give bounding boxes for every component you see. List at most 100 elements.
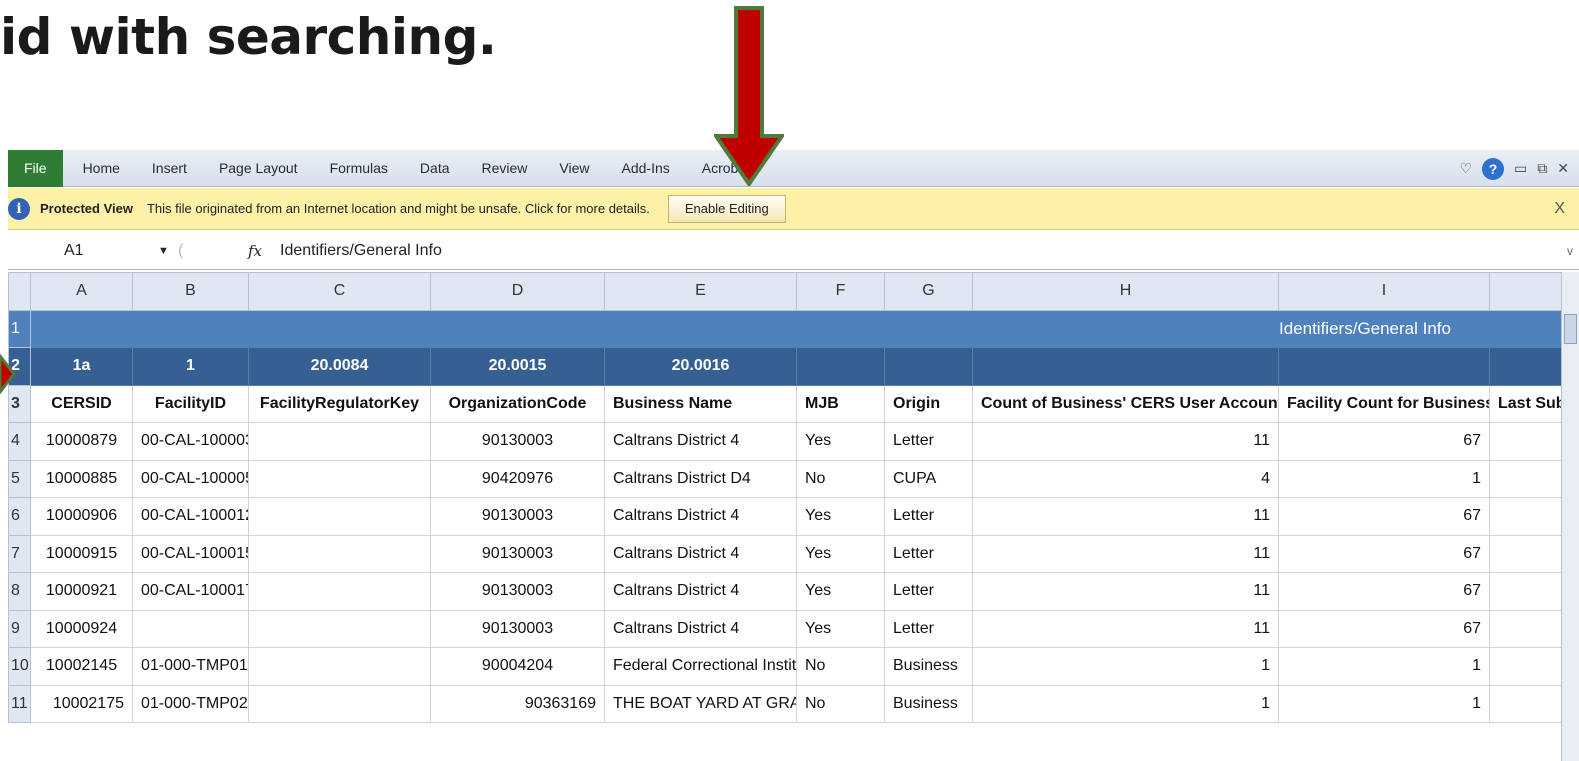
row-header[interactable]: 10 [8, 647, 31, 686]
tab-home[interactable]: Home [67, 150, 136, 187]
row-header[interactable]: 11 [8, 684, 31, 723]
cell[interactable]: Letter [884, 609, 973, 648]
cell[interactable]: 10002145 [30, 647, 133, 686]
cell[interactable]: 90130003 [430, 572, 605, 611]
cell[interactable]: 10000921 [30, 572, 133, 611]
formula-content[interactable]: Identifiers/General Info [280, 242, 442, 260]
cell[interactable]: Caltrans District D4 [604, 459, 797, 498]
cell[interactable]: CUPA [884, 459, 973, 498]
cell[interactable]: Yes [796, 422, 885, 461]
column-header-i[interactable]: I [1278, 272, 1490, 311]
cell[interactable]: Business Name [604, 384, 797, 423]
cell[interactable]: 11 [972, 609, 1279, 648]
cell[interactable]: Letter [884, 572, 973, 611]
cell[interactable]: 11 [972, 572, 1279, 611]
fx-icon[interactable]: fx [248, 242, 280, 260]
cell[interactable]: 10000924 [30, 609, 133, 648]
cell[interactable]: 10000915 [30, 534, 133, 573]
tab-page-layout[interactable]: Page Layout [203, 150, 314, 187]
cell[interactable]: Caltrans District 4 [604, 497, 797, 536]
column-header-e[interactable]: E [604, 272, 797, 311]
cell[interactable]: Yes [796, 609, 885, 648]
cell[interactable]: 1 [132, 347, 249, 386]
tab-review[interactable]: Review [466, 150, 544, 187]
row-header[interactable]: 4 [8, 422, 31, 461]
cell[interactable]: 4 [972, 459, 1279, 498]
cell[interactable] [884, 309, 973, 348]
cell[interactable]: 90420976 [430, 459, 605, 498]
cell[interactable]: MJB [796, 384, 885, 423]
cell[interactable]: 10000879 [30, 422, 133, 461]
row-header[interactable]: 5 [8, 459, 31, 498]
cell[interactable] [248, 309, 431, 348]
cell[interactable] [796, 309, 885, 348]
tab-file[interactable]: File [8, 150, 63, 187]
column-header-d[interactable]: D [430, 272, 605, 311]
name-box-dropdown-icon[interactable]: ▼ [158, 245, 178, 257]
cell[interactable]: 20.0015 [430, 347, 605, 386]
select-all-corner[interactable] [8, 272, 31, 311]
cell[interactable] [430, 309, 605, 348]
cell[interactable]: 00-CAL-100005 [132, 459, 249, 498]
cell[interactable] [248, 572, 431, 611]
row-header[interactable]: 8 [8, 572, 31, 611]
cell[interactable]: CERSID [30, 384, 133, 423]
cell[interactable]: THE BOAT YARD AT GRAND [604, 684, 797, 723]
cell[interactable] [248, 647, 431, 686]
cell[interactable] [1278, 347, 1490, 386]
cell[interactable]: 67 [1278, 422, 1490, 461]
cell[interactable] [248, 422, 431, 461]
cell[interactable]: Caltrans District 4 [604, 422, 797, 461]
banner-title-cell[interactable]: Identifiers/General Info [1278, 309, 1490, 348]
cell[interactable]: Yes [796, 572, 885, 611]
cell[interactable]: 11 [972, 497, 1279, 536]
cell[interactable]: 10002175 [30, 684, 133, 723]
column-header-g[interactable]: G [884, 272, 973, 311]
cell[interactable] [30, 309, 133, 348]
vertical-scrollbar[interactable] [1561, 272, 1579, 761]
cell[interactable]: No [796, 459, 885, 498]
column-header-a[interactable]: A [30, 272, 133, 311]
cell[interactable]: Letter [884, 534, 973, 573]
cell[interactable] [248, 459, 431, 498]
name-box[interactable]: A1 [8, 242, 158, 260]
cell[interactable]: 10000885 [30, 459, 133, 498]
cell[interactable]: 90130003 [430, 422, 605, 461]
cell[interactable]: 11 [972, 422, 1279, 461]
cell[interactable]: 10000906 [30, 497, 133, 536]
row-header[interactable]: 1 [8, 309, 31, 348]
cell[interactable]: Facility Count for Business [1278, 384, 1490, 423]
cell[interactable] [132, 609, 249, 648]
cell[interactable]: 90130003 [430, 534, 605, 573]
cell[interactable]: 90363169 [430, 684, 605, 723]
cell[interactable]: 01-000-TMP027 [132, 684, 249, 723]
cell[interactable]: 67 [1278, 572, 1490, 611]
scrollbar-thumb[interactable] [1564, 314, 1577, 344]
cell[interactable]: Caltrans District 4 [604, 572, 797, 611]
cell[interactable]: Business [884, 647, 973, 686]
close-icon[interactable]: ✕ [1557, 160, 1569, 177]
cell[interactable]: 00-CAL-100015 [132, 534, 249, 573]
cell[interactable]: 00-CAL-100017 [132, 572, 249, 611]
cell[interactable] [248, 534, 431, 573]
cell[interactable]: 00-CAL-100003 [132, 422, 249, 461]
cell[interactable]: 11 [972, 534, 1279, 573]
cell[interactable] [972, 347, 1279, 386]
cell[interactable] [604, 309, 797, 348]
cell[interactable]: OrganizationCode [430, 384, 605, 423]
cell[interactable]: 67 [1278, 609, 1490, 648]
cell[interactable]: 67 [1278, 497, 1490, 536]
cell[interactable]: Business [884, 684, 973, 723]
cell[interactable]: Yes [796, 534, 885, 573]
cell[interactable]: No [796, 684, 885, 723]
restore-icon[interactable]: ▭ [1514, 160, 1527, 177]
cell[interactable]: 90130003 [430, 497, 605, 536]
cell[interactable]: Caltrans District 4 [604, 609, 797, 648]
cell[interactable]: 1 [1278, 684, 1490, 723]
cell[interactable] [972, 309, 1279, 348]
cell[interactable]: Letter [884, 422, 973, 461]
close-protected-bar-icon[interactable]: X [1554, 188, 1565, 230]
tab-formulas[interactable]: Formulas [314, 150, 404, 187]
cell[interactable] [884, 347, 973, 386]
cell[interactable]: FacilityRegulatorKey [248, 384, 431, 423]
